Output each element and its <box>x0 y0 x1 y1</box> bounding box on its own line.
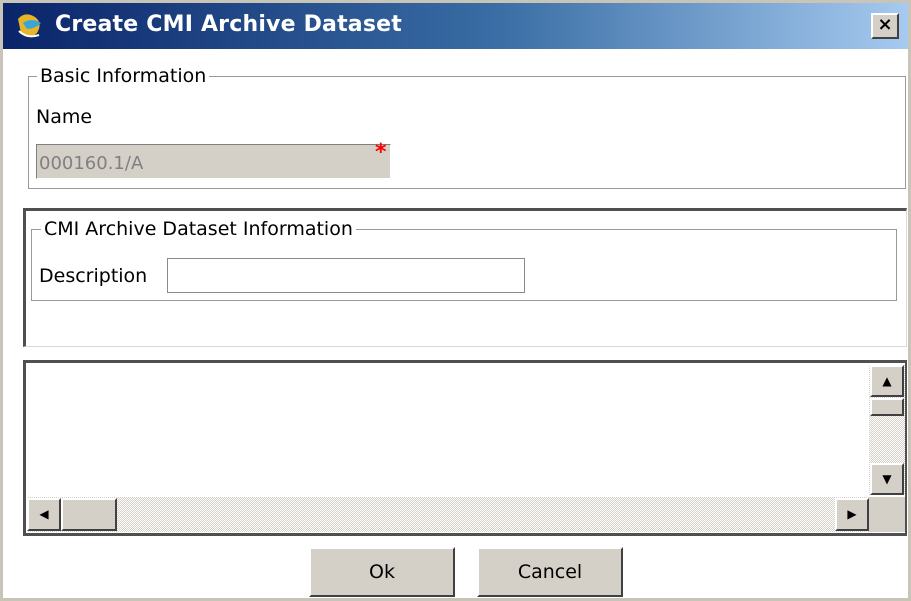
cancel-button[interactable]: Cancel <box>477 547 623 597</box>
scroll-left-button[interactable]: ◀ <box>27 498 61 531</box>
title-bar[interactable]: Create CMI Archive Dataset × <box>3 3 908 49</box>
dataset-information-legend: CMI Archive Dataset Information <box>41 218 356 240</box>
app-logo-icon <box>18 14 41 38</box>
description-label: Description <box>39 265 148 287</box>
close-icon: × <box>877 14 893 35</box>
name-field[interactable]: 000160.1/A <box>36 144 391 179</box>
horizontal-scrollbar[interactable] <box>27 497 869 532</box>
required-marker: * <box>375 140 387 165</box>
vertical-scroll-thumb[interactable] <box>870 398 904 416</box>
arrow-down-icon: ▼ <box>882 472 892 486</box>
dialog-window: Create CMI Archive Dataset × Basic Infor… <box>0 0 911 601</box>
basic-information-legend: Basic Information <box>37 65 210 87</box>
arrow-left-icon: ◀ <box>39 507 49 521</box>
arrow-right-icon: ▶ <box>847 507 857 521</box>
scroll-down-button[interactable]: ▼ <box>870 463 904 495</box>
close-button[interactable]: × <box>871 13 899 39</box>
scroll-up-button[interactable]: ▲ <box>870 365 904 397</box>
ok-button[interactable]: Ok <box>309 547 455 597</box>
scrollbar-corner <box>869 497 905 532</box>
description-field[interactable] <box>167 258 525 293</box>
horizontal-scroll-thumb[interactable] <box>61 498 117 531</box>
scroll-right-button[interactable]: ▶ <box>835 498 869 531</box>
arrow-up-icon: ▲ <box>882 374 892 388</box>
name-label: Name <box>36 106 93 128</box>
window-title: Create CMI Archive Dataset <box>55 12 402 37</box>
